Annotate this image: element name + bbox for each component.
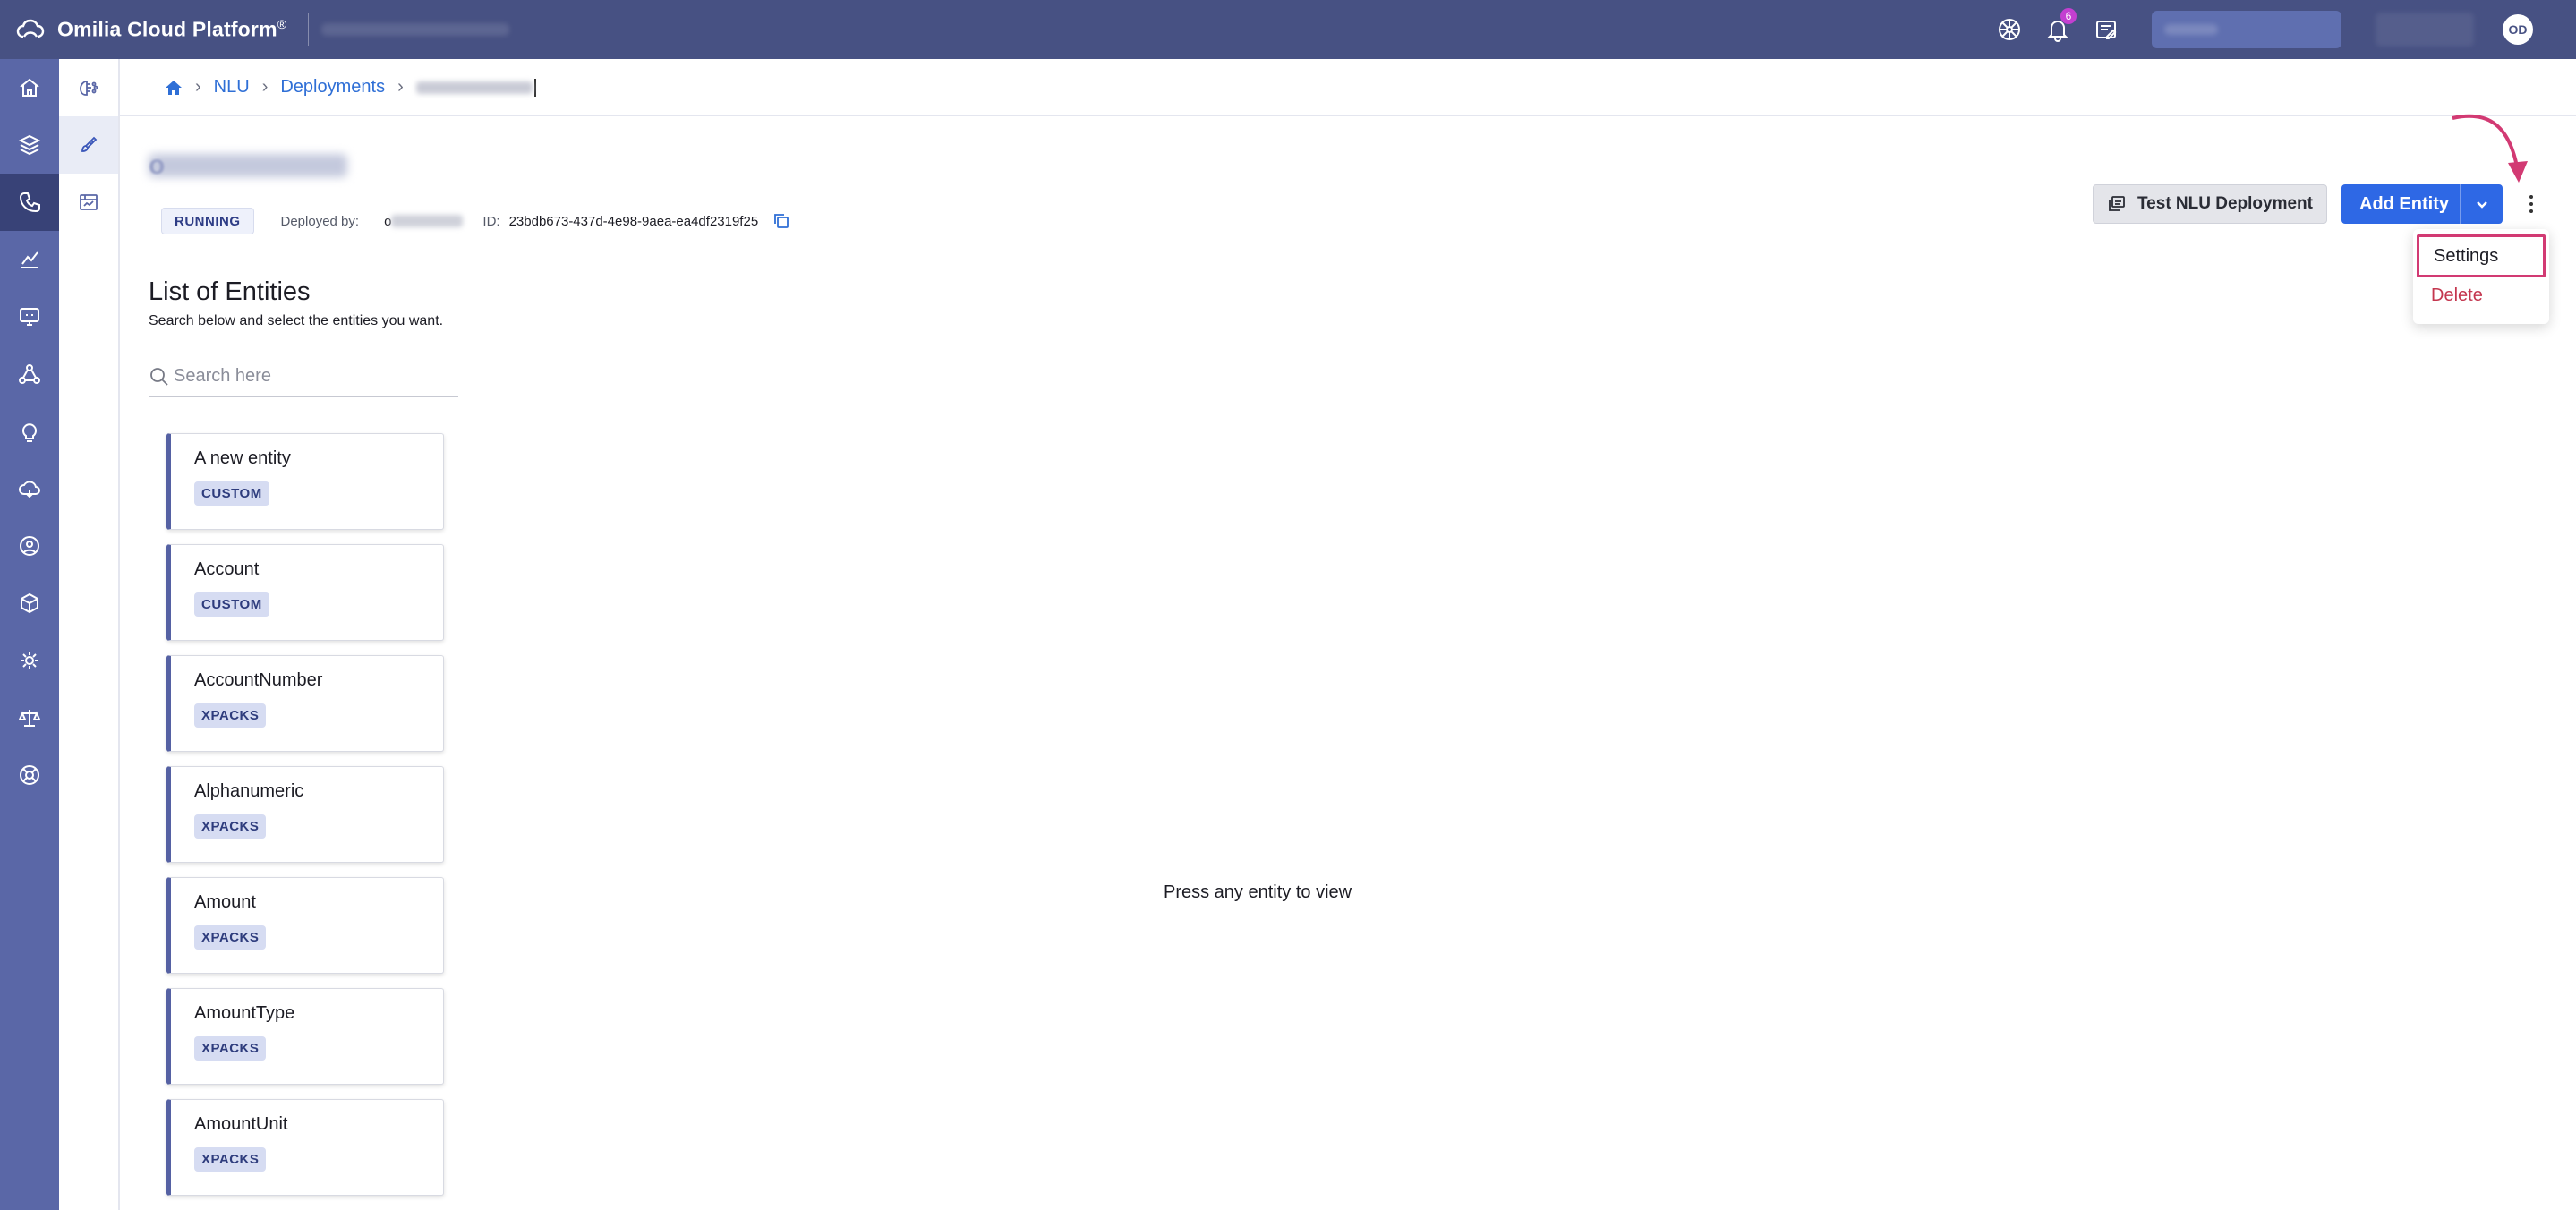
entity-card[interactable]: AmountType XPACKS	[166, 988, 444, 1085]
nav-insights-icon[interactable]	[0, 403, 59, 460]
main-navigation-rail	[0, 59, 59, 1210]
nav-settings-icon[interactable]	[0, 632, 59, 689]
nav-analytics-icon[interactable]	[0, 231, 59, 288]
notification-count-badge: 6	[2060, 8, 2077, 24]
entity-type-badge: CUSTOM	[194, 481, 269, 506]
breadcrumb-separator-icon: ›	[195, 77, 201, 97]
apps-icon[interactable]	[1985, 0, 2034, 59]
entity-name: A new entity	[194, 448, 291, 468]
entity-name: AmountType	[194, 1003, 295, 1023]
deployment-meta: RUNNING Deployed by: o ID: 23bdb673-437d…	[161, 208, 790, 234]
entity-name: Account	[194, 559, 260, 579]
app-brand: Omilia Cloud Platform®	[57, 17, 287, 41]
nav-monitor-icon[interactable]	[0, 288, 59, 345]
entity-name: Alphanumeric	[194, 781, 304, 801]
breadcrumb: › NLU › Deployments ›	[120, 59, 2576, 116]
entity-type-badge: XPACKS	[194, 814, 267, 839]
cloud-logo-icon[interactable]	[14, 13, 47, 46]
menu-item-delete[interactable]: Delete	[2413, 277, 2549, 313]
more-options-menu: Settings Delete	[2413, 229, 2549, 324]
status-badge: RUNNING	[161, 208, 254, 234]
top-bar: Omilia Cloud Platform® 6 OD	[0, 0, 2576, 59]
nav-layers-icon[interactable]	[0, 116, 59, 174]
deployment-id: 23bdb673-437d-4e98-9aea-ea4df2319f25	[508, 213, 759, 229]
chat-test-icon	[2109, 196, 2125, 211]
text-cursor	[533, 78, 536, 97]
entity-card[interactable]: Alphanumeric XPACKS	[166, 766, 444, 863]
test-nlu-deployment-button[interactable]: Test NLU Deployment	[2093, 184, 2327, 224]
nav-home-icon[interactable]	[0, 59, 59, 116]
notifications-icon[interactable]: 6	[2034, 0, 2082, 59]
test-nlu-deployment-label: Test NLU Deployment	[2137, 194, 2313, 213]
redacted-deployment-title	[149, 154, 347, 177]
add-entity-button[interactable]: Add Entity	[2341, 184, 2503, 224]
redacted-workspace-name	[2164, 24, 2218, 35]
home-icon[interactable]	[165, 79, 183, 97]
subnav-model-icon[interactable]	[59, 59, 118, 116]
entity-type-badge: CUSTOM	[194, 592, 269, 617]
entity-type-badge: XPACKS	[194, 703, 267, 728]
redacted-deployed-by	[391, 215, 464, 227]
nav-balance-icon[interactable]	[0, 689, 59, 746]
breadcrumb-separator-icon: ›	[397, 77, 404, 97]
nav-phone-icon[interactable]	[0, 174, 59, 231]
entity-list: A new entity CUSTOM Account CUSTOM Accou…	[166, 433, 446, 1210]
subnav-deployments-icon[interactable]	[59, 116, 118, 174]
entity-name: Amount	[194, 892, 256, 912]
breadcrumb-deployments-link[interactable]: Deployments	[280, 77, 385, 98]
entity-type-badge: XPACKS	[194, 925, 267, 950]
search-input[interactable]	[174, 366, 442, 387]
breadcrumb-nlu-link[interactable]: NLU	[214, 77, 250, 98]
subnav-reports-icon[interactable]	[59, 174, 118, 231]
entity-card[interactable]: AccountNumber XPACKS	[166, 655, 444, 752]
chevron-down-icon[interactable]	[2460, 184, 2503, 224]
nav-flow-icon[interactable]	[0, 345, 59, 403]
menu-item-settings[interactable]: Settings	[2417, 234, 2546, 277]
entity-card[interactable]: Account CUSTOM	[166, 544, 444, 641]
workspace-select[interactable]	[2152, 11, 2341, 48]
search-icon	[150, 367, 168, 386]
nav-cloud-icon[interactable]	[0, 460, 59, 517]
topbar-divider	[308, 13, 310, 46]
nav-package-icon[interactable]	[0, 575, 59, 632]
entity-type-badge: XPACKS	[194, 1147, 267, 1172]
entity-name: AmountUnit	[194, 1114, 288, 1134]
entities-list-title: List of Entities	[149, 277, 311, 306]
entity-detail-empty-message: Press any entity to view	[1164, 882, 1352, 902]
user-avatar[interactable]: OD	[2503, 14, 2533, 45]
copy-icon[interactable]	[772, 212, 790, 230]
add-entity-label: Add Entity	[2359, 193, 2449, 214]
entity-card[interactable]: AmountUnit XPACKS	[166, 1099, 444, 1196]
redacted-region	[2376, 13, 2474, 47]
entity-name: AccountNumber	[194, 670, 323, 690]
entities-list-subtitle: Search below and select the entities you…	[149, 313, 444, 328]
entity-type-badge: XPACKS	[194, 1036, 267, 1061]
redacted-deployment-crumb	[415, 81, 533, 94]
deployment-title-initial: o	[149, 150, 166, 180]
annotation-arrow-icon	[2452, 114, 2528, 183]
nav-support-icon[interactable]	[0, 746, 59, 804]
entity-card[interactable]: A new entity CUSTOM	[166, 433, 444, 530]
entity-card[interactable]: Amount XPACKS	[166, 877, 444, 974]
more-options-icon[interactable]	[2519, 184, 2544, 224]
redacted-project-name	[321, 23, 510, 36]
notes-icon[interactable]	[2082, 0, 2130, 59]
id-label: ID:	[482, 213, 500, 229]
deployed-by-initial: o	[384, 213, 392, 229]
section-subnavigation	[59, 59, 120, 1210]
nav-users-icon[interactable]	[0, 517, 59, 575]
deployed-by-label: Deployed by:	[280, 213, 360, 229]
breadcrumb-separator-icon: ›	[261, 77, 269, 97]
entity-search	[149, 356, 458, 397]
